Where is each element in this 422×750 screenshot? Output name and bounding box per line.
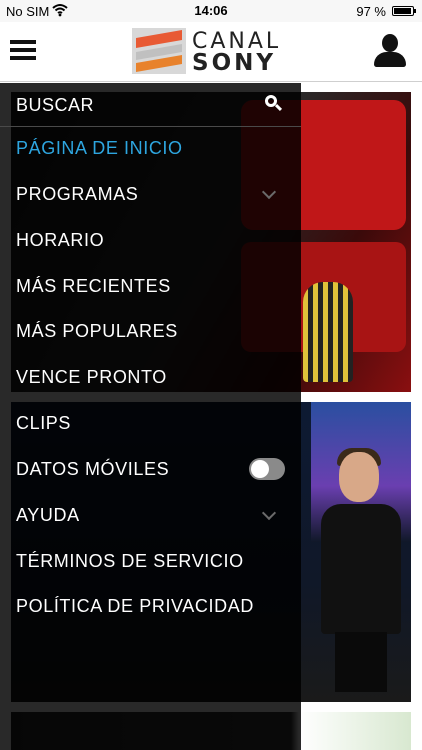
- menu-item-label: CLIPS: [16, 413, 72, 433]
- menu-item-label: MÁS POPULARES: [16, 321, 178, 341]
- search-row[interactable]: BUSCAR: [0, 91, 301, 127]
- menu-item-label: POLÍTICA DE PRIVACIDAD: [16, 596, 254, 616]
- toggle-knob: [251, 460, 269, 478]
- search-label: BUSCAR: [16, 95, 95, 115]
- battery-percentage: 97 %: [356, 4, 386, 19]
- side-drawer-menu: BUSCAR PÁGINA DE INICIO PROGRAMAS HORARI…: [0, 83, 301, 750]
- menu-item-terminos-de-servicio[interactable]: TÉRMINOS DE SERVICIO: [0, 542, 301, 582]
- search-icon[interactable]: [265, 95, 283, 113]
- menu-item-mas-populares[interactable]: MÁS POPULARES: [0, 312, 301, 352]
- app-header: CANAL SONY: [0, 22, 422, 82]
- menu-item-label: AYUDA: [16, 505, 80, 525]
- user-profile-icon[interactable]: [374, 34, 406, 68]
- logo-text-sony: SONY: [192, 50, 277, 76]
- menu-item-datos-moviles: DATOS MÓVILES: [0, 450, 301, 490]
- menu-item-pagina-de-inicio[interactable]: PÁGINA DE INICIO: [0, 129, 301, 169]
- menu-item-ayuda[interactable]: AYUDA: [0, 496, 301, 536]
- host-photo: [321, 448, 401, 692]
- striped-garment-image: [303, 282, 353, 382]
- menu-item-clips[interactable]: CLIPS: [0, 404, 301, 444]
- menu-item-label: TÉRMINOS DE SERVICIO: [16, 551, 244, 571]
- menu-item-label: PÁGINA DE INICIO: [16, 138, 183, 158]
- logo-mark: [132, 28, 186, 74]
- menu-item-horario[interactable]: HORARIO: [0, 221, 301, 261]
- menu-item-label: HORARIO: [16, 230, 105, 250]
- chevron-down-icon: [261, 505, 277, 521]
- menu-item-label: MÁS RECIENTES: [16, 276, 171, 296]
- hamburger-menu-icon[interactable]: [10, 38, 38, 62]
- mobile-data-toggle[interactable]: [249, 458, 285, 480]
- menu-item-label: PROGRAMAS: [16, 184, 139, 204]
- menu-item-mas-recientes[interactable]: MÁS RECIENTES: [0, 267, 301, 307]
- menu-item-label: DATOS MÓVILES: [16, 459, 170, 479]
- battery-fill: [394, 8, 412, 14]
- status-bar: No SIM 14:06 97 %: [0, 0, 422, 22]
- menu-item-programas[interactable]: PROGRAMAS: [0, 175, 301, 215]
- menu-item-label: VENCE PRONTO: [16, 367, 167, 387]
- menu-item-politica-de-privacidad[interactable]: POLÍTICA DE PRIVACIDAD: [0, 587, 301, 627]
- menu-item-vence-pronto[interactable]: VENCE PRONTO: [0, 358, 301, 398]
- battery-icon: [392, 6, 416, 16]
- canal-sony-logo[interactable]: CANAL SONY: [132, 28, 292, 76]
- chevron-down-icon: [261, 184, 277, 200]
